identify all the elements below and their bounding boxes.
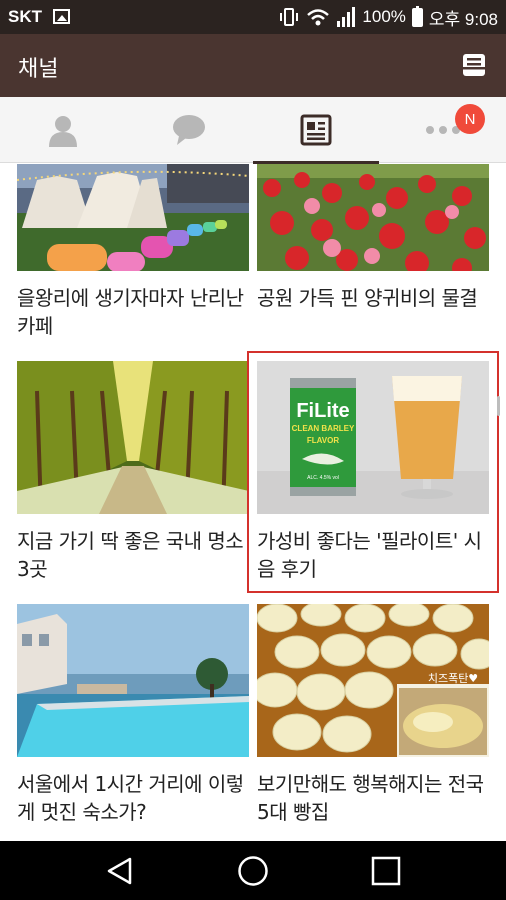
card-thumbnail-pool — [17, 604, 249, 757]
card-thumbnail-poppies — [257, 164, 489, 271]
tab-chats[interactable] — [126, 97, 252, 163]
card-title: 공원 가득 핀 양귀비의 물결 — [257, 286, 478, 310]
status-bar: SKT 100% 오후 9:08 — [0, 0, 506, 34]
battery-percent: 100% — [362, 7, 406, 26]
card-thumbnail-cafe — [17, 164, 249, 271]
image-notification-icon — [53, 9, 70, 24]
card-title: 가성비 좋다는 '필라이트' 시음 후기 — [257, 529, 482, 581]
card-filite[interactable]: FiLite CLEAN BARLEY FLAVOR ALC. 4.5% vol… — [247, 351, 499, 593]
person-icon — [49, 116, 77, 147]
battery-icon — [411, 5, 423, 27]
recents-button[interactable] — [346, 841, 426, 900]
scrollbar[interactable] — [497, 396, 500, 416]
chat-bubble-icon — [173, 115, 205, 145]
can-subtitle: CLEAN BARLEY — [292, 424, 355, 433]
card-title: 지금 가기 딱 좋은 국내 명소 3곳 — [17, 529, 244, 581]
tab-friends[interactable] — [0, 97, 126, 163]
card-thumbnail-filite: FiLite CLEAN BARLEY FLAVOR ALC. 4.5% vol — [257, 361, 489, 514]
tab-bar — [0, 97, 506, 164]
status-icons: 100% 오후 9:08 — [278, 5, 498, 29]
can-brand: FiLite — [296, 400, 349, 422]
card-bakery[interactable]: 치즈폭탄♥ 보기만해도 행복해지는 전국 5대 빵집 — [257, 604, 489, 826]
card-thumbnail-bakery: 치즈폭탄♥ — [257, 604, 489, 757]
app-header: 채널 — [0, 34, 506, 97]
can-abv: ALC. 4.5% vol — [307, 475, 339, 481]
tab-more[interactable] — [380, 97, 506, 163]
card-title: 보기만해도 행복해지는 전국 5대 빵집 — [257, 772, 484, 824]
card-trees[interactable]: 지금 가기 딱 좋은 국내 명소 3곳 — [17, 361, 249, 583]
news-icon — [300, 114, 332, 146]
new-badge: N — [455, 104, 485, 134]
card-thumbnail-trees — [17, 361, 249, 514]
recents-square-icon — [371, 856, 401, 885]
card-title: 서울에서 1시간 거리에 이렇게 멋진 숙소가? — [17, 772, 244, 824]
carrier-label: SKT — [8, 7, 42, 26]
page-title: 채널 — [18, 57, 59, 82]
inbox-icon[interactable] — [460, 52, 488, 78]
back-button[interactable] — [80, 841, 160, 900]
back-triangle-icon — [107, 857, 132, 884]
more-dots-icon — [426, 126, 460, 134]
clock: 오후 9:08 — [428, 9, 498, 29]
card-title: 을왕리에 생기자마자 난리난 카페 — [17, 286, 244, 338]
tab-channel[interactable] — [253, 97, 379, 164]
signal-icon — [337, 7, 356, 27]
system-nav-bar — [0, 841, 506, 900]
vibrate-icon — [280, 8, 299, 26]
card-cafe[interactable]: 을왕리에 생기자마자 난리난 카페 — [17, 164, 249, 340]
channel-feed[interactable]: 을왕리에 생기자마자 난리난 카페 공원 가득 핀 양귀비의 물결 지금 가기 … — [0, 164, 506, 841]
home-button[interactable] — [213, 841, 293, 900]
card-pool[interactable]: 서울에서 1시간 거리에 이렇게 멋진 숙소가? — [17, 604, 249, 826]
home-circle-icon — [238, 855, 268, 886]
card-poppies[interactable]: 공원 가득 핀 양귀비의 물결 — [257, 164, 489, 312]
wifi-icon — [307, 9, 330, 26]
photo-caption: 치즈폭탄♥ — [428, 672, 478, 685]
can-flavor: FLAVOR — [307, 436, 340, 445]
